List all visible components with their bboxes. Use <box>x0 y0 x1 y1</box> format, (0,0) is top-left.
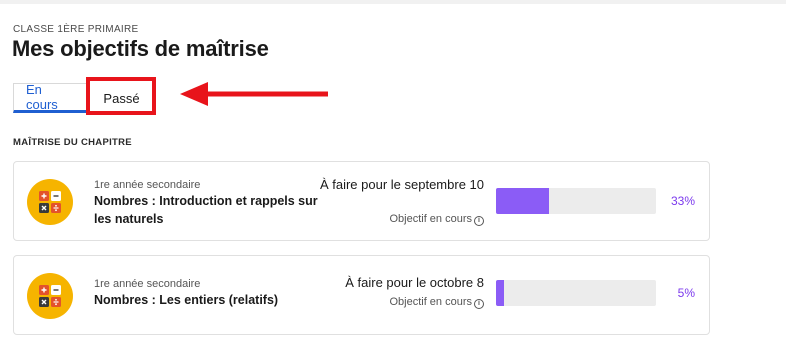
progress-percent: 5% <box>677 286 695 300</box>
calculator-icon <box>39 285 61 307</box>
progress-fill <box>496 280 504 306</box>
mastery-card[interactable]: 1re année secondaire Nombres : Les entie… <box>13 255 710 335</box>
page-title: Mes objectifs de maîtrise <box>12 36 269 61</box>
calculator-badge <box>27 179 73 225</box>
annotation-highlight-box <box>86 77 156 115</box>
chapter-name[interactable]: Nombres : Les entiers (relatifs) <box>94 291 324 309</box>
progress-bar <box>496 280 656 306</box>
progress-percent: 33% <box>670 194 695 208</box>
mastery-card[interactable]: 1re année secondaire Nombres : Introduct… <box>13 161 710 241</box>
due-date: À faire pour le octobre 8 <box>345 275 484 290</box>
annotation-arrow-icon <box>180 82 328 106</box>
progress-fill <box>496 188 549 214</box>
chapter-name[interactable]: Nombres : Introduction et rappels sur le… <box>94 192 324 228</box>
class-overline: CLASSE 1ÈRE PRIMAIRE <box>13 24 139 35</box>
tab-en-cours[interactable]: En cours <box>13 82 87 113</box>
calculator-icon <box>39 191 61 213</box>
info-icon[interactable]: i <box>474 299 484 309</box>
section-label: MAÎTRISE DU CHAPITRE <box>13 137 132 148</box>
grade-label: 1re année secondaire <box>94 278 201 290</box>
calculator-badge <box>27 273 73 319</box>
objective-status: Objectif en cours i <box>314 213 484 226</box>
progress-bar <box>496 188 656 214</box>
info-icon[interactable]: i <box>474 216 484 226</box>
objective-status: Objectif en cours i <box>314 296 484 309</box>
grade-label: 1re année secondaire <box>94 179 201 191</box>
top-border <box>0 0 786 4</box>
due-date: À faire pour le septembre 10 <box>319 177 484 192</box>
